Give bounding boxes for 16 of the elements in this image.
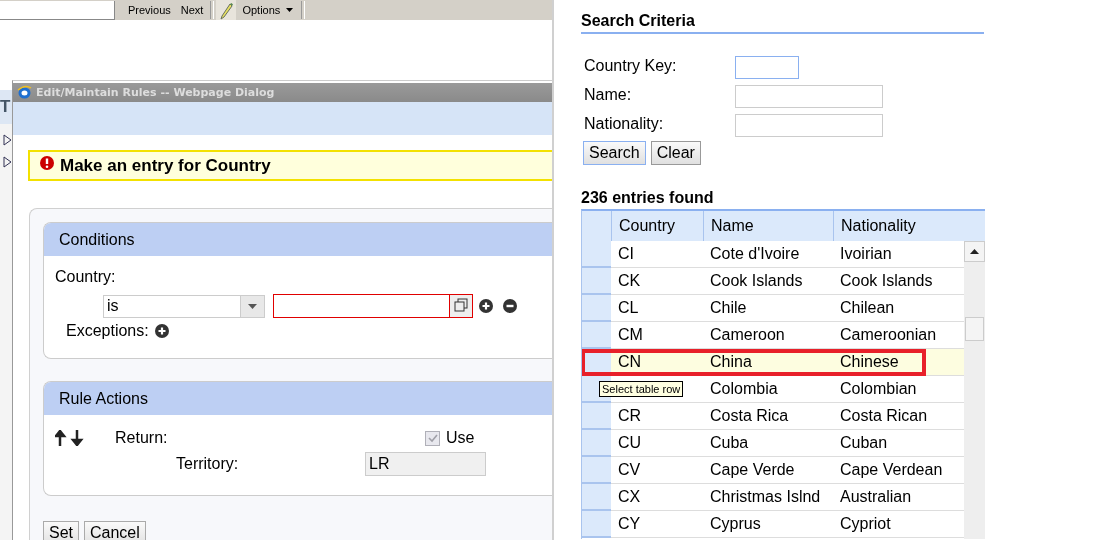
background-heading: T (0, 97, 11, 117)
error-message: Make an entry for Country (28, 150, 552, 181)
section-header: Conditions (44, 223, 552, 256)
tooltip: Select table row (599, 381, 684, 397)
field-label: Nationality: (584, 114, 665, 134)
use-label: Use (446, 429, 475, 447)
territory-label: Territory: (176, 455, 239, 473)
section-header: Rule Actions (44, 382, 552, 415)
search-criteria-heading: Search Criteria (581, 12, 984, 34)
field-label: Country: (55, 268, 117, 286)
exceptions-label: Exceptions: (66, 322, 149, 340)
dialog-title-bar: Edit/Maintain Rules -- Webpage Dialog (13, 83, 552, 102)
field-label: Country Key: (584, 56, 678, 76)
results-count: 236 entries found (581, 189, 715, 207)
return-label: Return: (115, 429, 168, 447)
field-label: Name: (584, 85, 633, 105)
